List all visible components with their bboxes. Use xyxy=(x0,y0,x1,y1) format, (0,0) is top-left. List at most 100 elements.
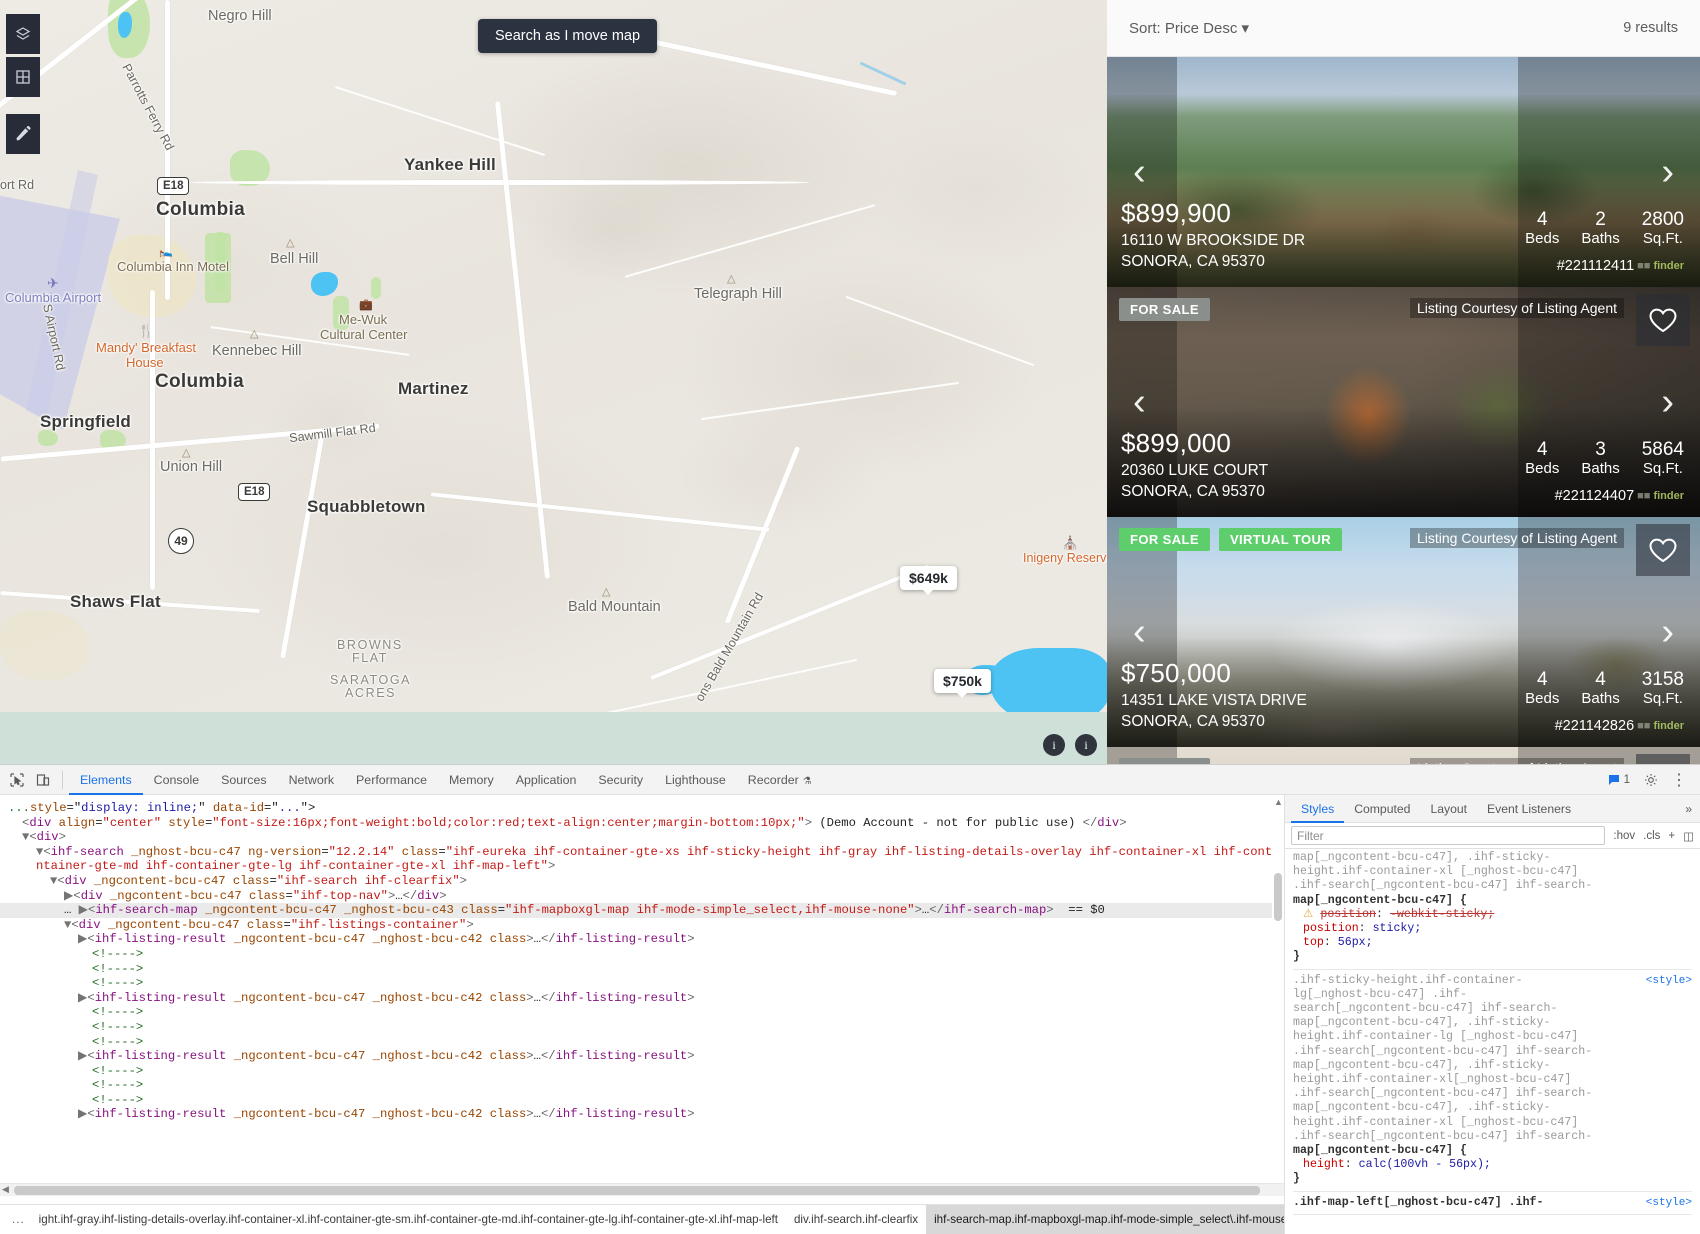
style-rule[interactable]: <style>.ihf-sticky-height.ihf-container-… xyxy=(1293,974,1692,1192)
map-draw-tool[interactable] xyxy=(6,114,40,154)
style-source-link[interactable]: <style> xyxy=(1646,974,1692,988)
sort-dropdown-button[interactable]: Sort: Price Desc ▾ xyxy=(1129,19,1249,37)
map-attribution[interactable]: i i xyxy=(1043,734,1097,756)
style-rule[interactable]: map[_ngcontent-bcu-c47], .ihf-sticky-hei… xyxy=(1293,851,1692,970)
breadcrumb-item[interactable]: div.ihf-search.ihf-clearfix xyxy=(786,1205,926,1234)
computed-sidebar-toggle-icon[interactable]: ◫ xyxy=(1683,829,1694,843)
photo-next-arrow-icon[interactable]: › xyxy=(1661,153,1674,191)
inspect-element-icon[interactable] xyxy=(4,767,30,793)
dom-vertical-scrollbar[interactable]: ▲ xyxy=(1272,795,1284,1168)
dom-node-line[interactable]: ntainer-gte-md ihf-container-gte-lg ihf-… xyxy=(0,859,1284,874)
dom-node-line[interactable]: ▼<ihf-search _nghost-bcu-c47 ng-version=… xyxy=(0,845,1284,860)
favorite-button[interactable] xyxy=(1636,294,1690,346)
dom-node-line[interactable]: <!----> xyxy=(0,1035,1284,1050)
scroll-left-arrow-icon[interactable]: ◀ xyxy=(2,1184,9,1195)
devtools-tab-security[interactable]: Security xyxy=(587,765,654,795)
listing-card[interactable]: FOR SALEVIRTUAL TOURListing Courtesy of … xyxy=(1107,517,1700,747)
style-rule[interactable]: <style>.ihf-map-left[_nghost-bcu-c47] .i… xyxy=(1293,1196,1692,1215)
dom-node-line[interactable]: <!----> xyxy=(0,947,1284,962)
favorite-button[interactable] xyxy=(1636,524,1690,576)
dom-node-line[interactable]: <!----> xyxy=(0,1020,1284,1035)
style-source-link[interactable]: <style> xyxy=(1646,1196,1692,1210)
styles-tab-computed[interactable]: Computed xyxy=(1344,795,1420,823)
map-canvas[interactable]: △ △ △ △ △ 🛌 💼 ✈ 🍴 ⛪ Negro HillYankee Hil… xyxy=(0,0,1107,764)
breadcrumb-overflow-icon[interactable]: ... xyxy=(6,1213,31,1226)
devtools-messages-chip[interactable]: 1 xyxy=(1602,772,1636,788)
map-info-icon[interactable]: i xyxy=(1043,734,1065,756)
dom-node-line[interactable]: ▶<ihf-listing-result _ngcontent-bcu-c47 … xyxy=(0,991,1284,1006)
devtools-tab-elements[interactable]: Elements xyxy=(69,765,143,795)
listing-card[interactable]: FOR SALEListing Courtesy of Listing Agen… xyxy=(1107,747,1700,764)
map-attribution-icon[interactable]: i xyxy=(1075,734,1097,756)
devtools-tab-application[interactable]: Application xyxy=(505,765,588,795)
toggle-device-toolbar-icon[interactable] xyxy=(30,767,56,793)
styles-tabbar[interactable]: StylesComputedLayoutEvent Listeners» xyxy=(1285,795,1700,823)
map-satellite-tool[interactable] xyxy=(6,57,40,97)
dom-node-line[interactable]: ▶<div _ngcontent-bcu-c47 class="ihf-top-… xyxy=(0,889,1284,904)
dom-node-line[interactable]: <!----> xyxy=(0,976,1284,991)
scroll-up-arrow-icon[interactable]: ▲ xyxy=(1274,797,1283,807)
styles-filter-input[interactable] xyxy=(1291,826,1605,845)
styles-tab-event-listeners[interactable]: Event Listeners xyxy=(1477,795,1581,823)
dom-node-line[interactable]: ▼<div _ngcontent-bcu-c47 class="ihf-list… xyxy=(0,918,1284,933)
breadcrumb[interactable]: ...ight.ihf-gray.ihf-listing-details-ove… xyxy=(0,1204,1285,1234)
dom-node-line[interactable]: <!----> xyxy=(0,962,1284,977)
devtools-toolbar-right[interactable]: 1 ⋮ xyxy=(1602,767,1700,793)
search-as-move-map-button[interactable]: Search as I move map xyxy=(478,19,657,53)
dom-node-line[interactable]: <!----> xyxy=(0,1064,1284,1079)
devtools-tab-console[interactable]: Console xyxy=(143,765,210,795)
devtools-tab-memory[interactable]: Memory xyxy=(438,765,505,795)
dom-node-line[interactable]: ...style="display: inline;" data-id="...… xyxy=(0,801,1284,816)
dom-node-line[interactable]: ▼<div> xyxy=(0,830,1284,845)
style-declaration[interactable]: top: 56px; xyxy=(1293,936,1692,950)
dom-node-line[interactable]: <!----> xyxy=(0,1093,1284,1108)
dom-node-line[interactable]: ▶<ihf-listing-result _ngcontent-bcu-c47 … xyxy=(0,1107,1284,1122)
photo-next-arrow-icon[interactable]: › xyxy=(1661,613,1674,651)
style-declaration[interactable]: ⚠ position: -webkit-sticky; xyxy=(1293,908,1692,922)
map-price-pin[interactable]: $649k xyxy=(900,566,957,590)
photo-next-arrow-icon[interactable]: › xyxy=(1661,383,1674,421)
dom-horizontal-scrollbar[interactable]: ◀ xyxy=(0,1183,1285,1196)
map-layers-tool[interactable] xyxy=(6,14,40,54)
dom-node-line[interactable]: … ▶<ihf-search-map _ngcontent-bcu-c47 _n… xyxy=(0,903,1284,918)
listings-pane[interactable]: Sort: Price Desc ▾ 9 results ‹›$899,9001… xyxy=(1107,0,1700,764)
map-price-pin[interactable]: $750k xyxy=(934,669,991,693)
cls-toggle[interactable]: .cls xyxy=(1643,830,1660,842)
photo-prev-arrow-icon[interactable]: ‹ xyxy=(1133,153,1146,191)
devtools-tab-lighthouse[interactable]: Lighthouse xyxy=(654,765,737,795)
devtools-tab-network[interactable]: Network xyxy=(278,765,345,795)
devtools-tab-sources[interactable]: Sources xyxy=(210,765,277,795)
styles-filter-bar[interactable]: :hov .cls + ◫ xyxy=(1285,823,1700,849)
more-options-icon[interactable]: ⋮ xyxy=(1666,767,1692,793)
styles-rules[interactable]: map[_ngcontent-bcu-c47], .ihf-sticky-hei… xyxy=(1285,849,1700,1232)
breadcrumb-item[interactable]: ight.ihf-gray.ihf-listing-details-overla… xyxy=(31,1205,786,1234)
listing-card[interactable]: FOR SALEListing Courtesy of Listing Agen… xyxy=(1107,287,1700,517)
dom-node-line[interactable]: <!----> xyxy=(0,1078,1284,1093)
scrollbar-thumb[interactable] xyxy=(1274,873,1282,921)
breadcrumb-item[interactable]: ihf-search-map.ihf-mapboxgl-map.ihf-mode… xyxy=(926,1205,1285,1234)
styles-pane[interactable]: StylesComputedLayoutEvent Listeners» :ho… xyxy=(1285,795,1700,1234)
devtools-tabbar[interactable]: ElementsConsoleSourcesNetworkPerformance… xyxy=(0,765,1700,795)
photo-prev-arrow-icon[interactable]: ‹ xyxy=(1133,613,1146,651)
devtools-tabs[interactable]: ElementsConsoleSourcesNetworkPerformance… xyxy=(69,765,823,795)
listing-cards-list[interactable]: ‹›$899,90016110 W BROOKSIDE DRSONORA, CA… xyxy=(1107,57,1700,764)
dom-node-line[interactable]: ▼<div _ngcontent-bcu-c47 class="ihf-sear… xyxy=(0,874,1284,889)
devtools-tab-performance[interactable]: Performance xyxy=(345,765,438,795)
dom-node-line[interactable]: ▶<ihf-listing-result _ngcontent-bcu-c47 … xyxy=(0,932,1284,947)
scrollbar-thumb[interactable] xyxy=(14,1186,1260,1195)
dom-tree[interactable]: ...style="display: inline;" data-id="...… xyxy=(0,795,1284,1168)
dom-node-line[interactable]: <div align="center" style="font-size:16p… xyxy=(0,816,1284,831)
styles-tab-styles[interactable]: Styles xyxy=(1291,795,1344,823)
new-style-rule-button[interactable]: + xyxy=(1668,830,1675,842)
devtools-tab-recorder[interactable]: Recorder⚗ xyxy=(737,765,823,795)
hov-toggle[interactable]: :hov xyxy=(1613,830,1635,842)
map-tools[interactable] xyxy=(6,14,40,157)
dom-node-line[interactable]: <!----> xyxy=(0,1005,1284,1020)
favorite-button[interactable] xyxy=(1636,754,1690,764)
gear-icon[interactable] xyxy=(1638,767,1664,793)
style-declaration[interactable]: position: sticky; xyxy=(1293,922,1692,936)
styles-tab-layout[interactable]: Layout xyxy=(1420,795,1477,823)
style-declaration[interactable]: height: calc(100vh - 56px); xyxy=(1293,1158,1692,1172)
listing-card[interactable]: ‹›$899,90016110 W BROOKSIDE DRSONORA, CA… xyxy=(1107,57,1700,287)
devtools-panel[interactable]: ElementsConsoleSourcesNetworkPerformance… xyxy=(0,764,1700,1233)
